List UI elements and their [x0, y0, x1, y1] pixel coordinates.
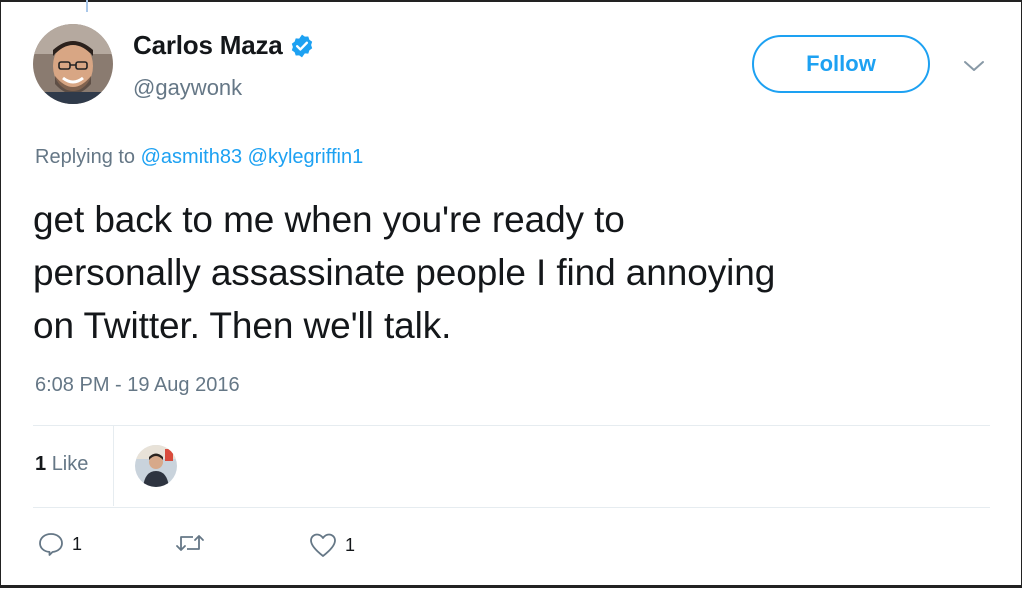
reply-context-prefix: Replying to	[35, 146, 136, 168]
tweet-text-line: get back to me when you're ready to	[33, 199, 625, 240]
author-handle[interactable]: @gaywonk	[133, 75, 242, 101]
divider	[33, 425, 990, 426]
likes-count-label: Like	[51, 453, 89, 475]
divider	[33, 507, 990, 508]
tweet-text-line: personally assassinate people I find ann…	[33, 252, 776, 293]
tweet-timestamp[interactable]: 6:08 PM - 19 Aug 2016	[35, 374, 240, 397]
mention-link[interactable]: @kylegriffin1	[248, 146, 364, 168]
liker-avatar[interactable]	[135, 445, 177, 487]
tweet-text: get back to me when you're ready to pers…	[33, 193, 1008, 352]
mention-link[interactable]: @asmith83	[141, 146, 242, 168]
top-accent-mark	[86, 0, 88, 12]
retweet-icon	[176, 535, 204, 551]
verified-badge-icon	[291, 34, 312, 57]
chevron-down-icon[interactable]	[962, 58, 986, 74]
likes-count-number: 1	[35, 453, 47, 475]
retweet-action[interactable]	[175, 532, 213, 554]
avatar[interactable]	[33, 24, 113, 104]
likes-stat[interactable]: 1 Like	[35, 453, 88, 476]
reply-context: Replying to @asmith83 @kylegriffin1	[35, 146, 363, 169]
author-name-row[interactable]: Carlos Maza	[133, 30, 315, 61]
reply-icon	[39, 533, 63, 556]
reply-count: 1	[72, 533, 83, 554]
stats-divider	[113, 426, 114, 506]
author-display-name[interactable]: Carlos Maza	[133, 30, 283, 61]
like-count: 1	[345, 534, 356, 555]
follow-button[interactable]: Follow	[752, 35, 930, 93]
reply-action[interactable]: 1	[38, 532, 82, 556]
like-action[interactable]: 1	[309, 532, 355, 558]
heart-icon	[310, 533, 336, 557]
tweet-text-line: on Twitter. Then we'll talk.	[33, 305, 452, 346]
